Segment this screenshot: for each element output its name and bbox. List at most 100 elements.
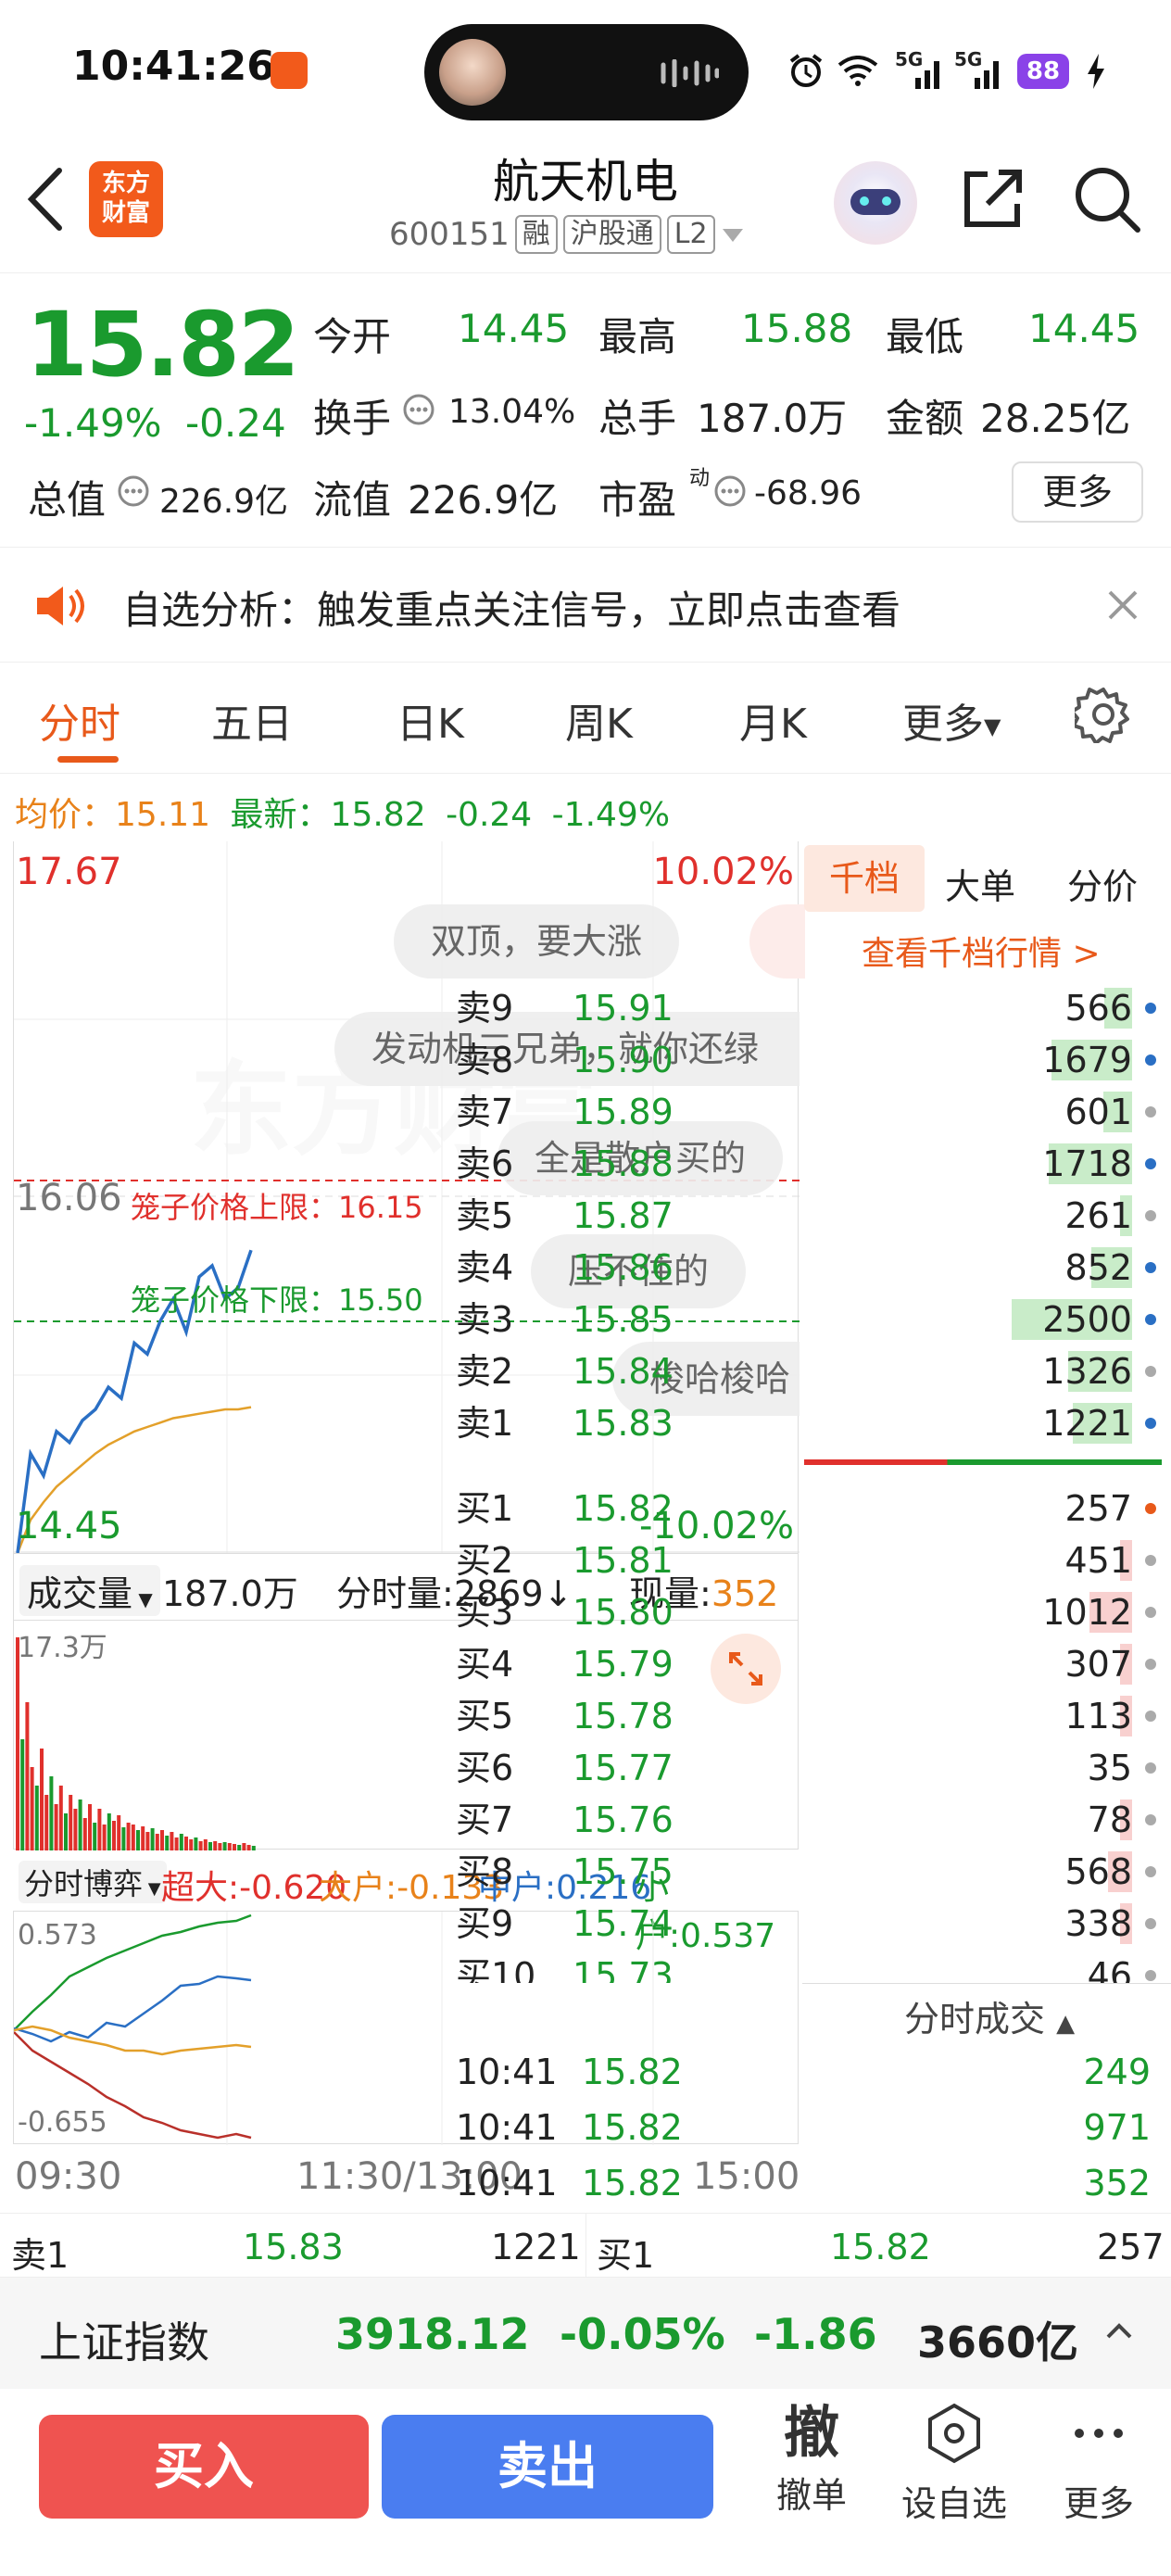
order-book-row[interactable]: 买5 15.78 113 [456, 1690, 1160, 1742]
turnover-label: 换手 [313, 396, 392, 441]
analysis-banner[interactable]: 自选分析：触发重点关注信号，立即点击查看 [0, 547, 1171, 663]
change-percent: -1.49% [24, 400, 162, 446]
charging-bolt-icon [1088, 54, 1104, 89]
tab-intraday[interactable]: 分时 [39, 690, 120, 750]
tab-thousand-levels[interactable]: 千档 [804, 845, 925, 912]
level-volume: 1718 [1042, 1143, 1132, 1184]
best-bid-vol: 257 [1097, 2227, 1165, 2267]
chevron-down-icon: ▼ [984, 713, 1001, 739]
order-book-row[interactable]: 卖4 15.86 852 [456, 1242, 1160, 1294]
stock-subtitle[interactable]: 600151 融 沪股通 L2 [389, 215, 745, 254]
level-label: 买10 [456, 1955, 536, 1983]
level-label: 买5 [456, 1696, 514, 1736]
high-label: 最高 [598, 314, 677, 360]
tab-five-day[interactable]: 五日 [211, 690, 293, 750]
status-dot-icon [1145, 1918, 1156, 1929]
avg-price-row: 均价：15.11 最新：15.82 -0.24 -1.49% [15, 788, 670, 836]
sell-button[interactable]: 卖出 [382, 2415, 713, 2519]
chevron-up-icon: ▲ [1056, 2010, 1076, 2038]
trade-price: 15.82 [582, 2052, 683, 2092]
status-dot-icon [1145, 1762, 1156, 1774]
tab-price-distribution[interactable]: 分价 [1067, 858, 1138, 909]
close-icon[interactable] [1104, 587, 1141, 624]
order-book-row[interactable]: 卖7 15.89 601 [456, 1086, 1160, 1138]
dropdown-caret-icon [722, 229, 743, 242]
order-book-row[interactable]: 卖6 15.88 1718 [456, 1138, 1160, 1190]
order-book-row[interactable]: 卖8 15.90 1679 [456, 1034, 1160, 1086]
level-volume: 261 [1064, 1195, 1132, 1236]
settings-gear-icon[interactable] [1075, 686, 1132, 743]
more-actions-label: 更多 [1063, 2483, 1134, 2524]
level-label: 卖5 [456, 1195, 514, 1236]
status-dot-icon [1145, 1970, 1156, 1981]
order-book-row[interactable]: 卖5 15.87 261 [456, 1190, 1160, 1242]
level-price: 15.85 [573, 1299, 674, 1340]
level-price: 15.84 [573, 1351, 674, 1392]
comment-bubble[interactable]: 双顶，要大涨 [394, 904, 680, 979]
current-price: 15.82 [26, 293, 300, 397]
search-icon[interactable] [1073, 165, 1143, 235]
float-label: 流值 [313, 477, 392, 523]
level-label: 买7 [456, 1799, 514, 1840]
level-price: 15.91 [573, 988, 674, 1029]
level-label: 卖9 [456, 988, 514, 1029]
index-value: 3918.12 [335, 2309, 530, 2359]
order-book-row[interactable]: 买1 15.82 257 [456, 1483, 1160, 1534]
trade-time: 10:41 [456, 2052, 558, 2092]
info-icon[interactable] [117, 474, 150, 508]
level-label: 卖1 [456, 1403, 514, 1444]
order-book-row[interactable]: 卖2 15.84 1326 [456, 1345, 1160, 1397]
index-bar[interactable]: 上证指数 3918.12 -0.05% -1.86 3660亿 [0, 2278, 1171, 2389]
tab-daily-k[interactable]: 日K [397, 690, 464, 750]
audio-wave-icon [661, 59, 719, 87]
turnover-value: 13.04% [448, 393, 576, 431]
last-value: 15.82 [330, 796, 426, 834]
tab-monthly-k[interactable]: 月K [739, 690, 807, 750]
cancel-order-button[interactable]: 撤 撤单 [756, 2400, 867, 2518]
order-book-row[interactable]: 买10 15.73 46 [456, 1950, 1160, 1983]
dynamic-island[interactable] [424, 24, 749, 120]
trade-price: 15.82 [582, 2107, 683, 2148]
level-volume: 35 [1087, 1748, 1132, 1788]
order-book-row[interactable]: 卖9 15.91 566 [456, 982, 1160, 1034]
best-ask-vol: 1221 [491, 2227, 581, 2267]
tab-weekly-k[interactable]: 周K [565, 690, 633, 750]
add-watchlist-button[interactable]: 设自选 [899, 2400, 1010, 2526]
trade-row: 10:41 15.82 971 [456, 2102, 1160, 2153]
level-volume: 1012 [1042, 1592, 1132, 1633]
order-book-row[interactable]: 买6 15.77 35 [456, 1742, 1160, 1794]
quote-more-button[interactable]: 更多 [1012, 461, 1143, 523]
level-label: 卖3 [456, 1299, 514, 1340]
buy-button[interactable]: 买入 [39, 2415, 369, 2519]
amount-label: 金额 [886, 396, 964, 441]
tab-big-orders[interactable]: 大单 [945, 858, 1015, 909]
level-price: 15.90 [573, 1040, 674, 1080]
order-book-row[interactable]: 买2 15.81 451 [456, 1534, 1160, 1586]
view-levels-link[interactable]: 查看千档行情 > [862, 927, 1101, 975]
open-label: 今开 [313, 314, 392, 360]
status-dot-icon [1145, 1106, 1156, 1118]
level-price: 15.82 [573, 1488, 674, 1529]
level-label: 买9 [456, 1903, 514, 1944]
order-book-row[interactable]: 买8 15.75 568 [456, 1846, 1160, 1898]
order-book-row[interactable]: 卖3 15.85 2500 [456, 1294, 1160, 1345]
share-icon[interactable] [960, 165, 1026, 232]
order-book-row[interactable]: 买4 15.79 307 [456, 1638, 1160, 1690]
order-book-row[interactable]: 买9 15.74 338 [456, 1898, 1160, 1950]
cage-lower-label: 笼子价格下限：15.50 [131, 1282, 423, 1318]
order-book-row[interactable]: 买7 15.76 78 [456, 1794, 1160, 1846]
info-icon[interactable] [402, 393, 435, 426]
chevron-up-icon [1106, 2323, 1132, 2339]
level-price: 15.76 [573, 1799, 674, 1840]
trades-title[interactable]: 分时成交 ▲ [904, 1990, 1075, 2041]
order-book-row[interactable]: 买3 15.80 1012 [456, 1586, 1160, 1638]
watchlist-label: 设自选 [900, 2483, 1007, 2524]
status-dot-icon [1145, 1711, 1156, 1722]
more-actions-button[interactable]: 更多 [1043, 2400, 1154, 2526]
info-icon[interactable] [713, 474, 747, 508]
tab-more[interactable]: 更多▼ [902, 690, 1001, 750]
robot-assistant-icon[interactable] [834, 161, 917, 245]
level-price: 15.87 [573, 1195, 674, 1236]
low-value: 14.45 [1028, 306, 1140, 351]
order-book-row[interactable]: 卖1 15.83 1221 [456, 1397, 1160, 1449]
